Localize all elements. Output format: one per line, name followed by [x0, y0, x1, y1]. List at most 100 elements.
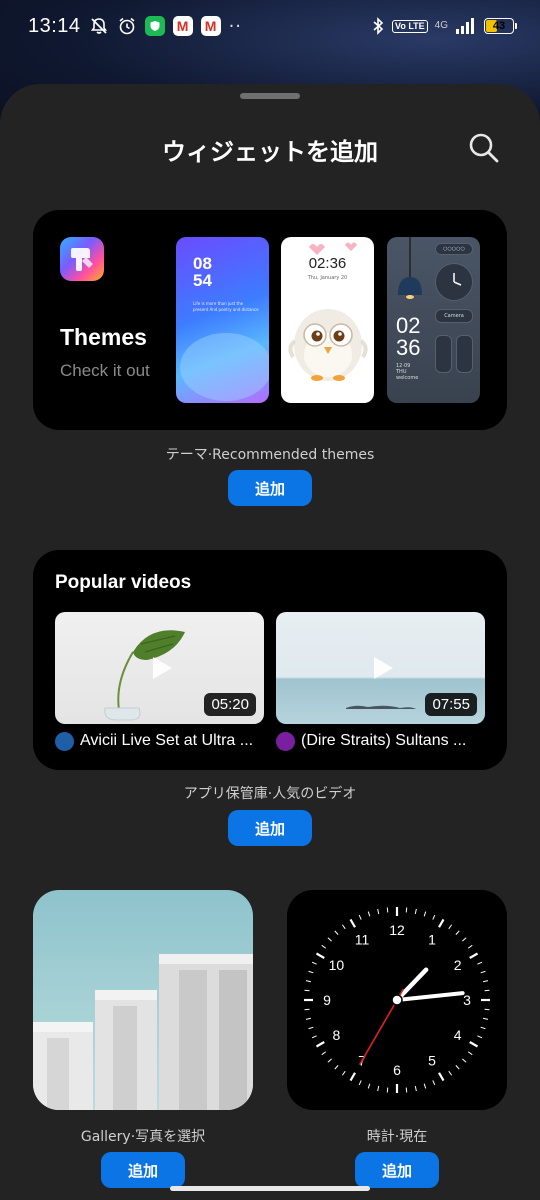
themes-widget-card[interactable]: Themes Check it out 08 54 Life is more t…	[33, 210, 507, 430]
videos-widget-card[interactable]: Popular videos 05:20 Avicii Live Set at …	[33, 550, 507, 770]
clock-minute-tick	[455, 930, 460, 935]
preview-1-text: Life is more than just the present And p…	[193, 301, 259, 312]
preview-2-clock: 02:36	[308, 255, 347, 272]
clock-hour-tick	[349, 1072, 356, 1082]
videos-add-button[interactable]: 追加	[228, 810, 312, 846]
clock-minute-tick	[327, 1058, 332, 1063]
channel-avatar-icon	[55, 731, 74, 751]
clock-hour-tick	[469, 1041, 479, 1048]
clock-minute-tick	[448, 1070, 453, 1076]
preview-3-dots: ○○○○○	[443, 246, 465, 252]
clock-add-button[interactable]: 追加	[355, 1152, 439, 1188]
status-bar: 13:14 M M ·· Vo LTE 4G 43	[0, 0, 540, 52]
clock-minute-tick	[358, 1080, 362, 1086]
drag-handle[interactable]	[240, 93, 300, 99]
preview-1-clock: 08 54	[193, 255, 212, 289]
clock-number: 4	[454, 1027, 462, 1043]
mini-clock-face	[453, 273, 462, 286]
clock-minute-tick	[432, 914, 436, 920]
sheet-title: ウィジェットを追加	[162, 138, 378, 166]
video-thumbnail-2[interactable]: 07:55	[276, 612, 485, 724]
gallery-building-image	[33, 954, 253, 1110]
clock-minute-tick	[462, 937, 467, 942]
theme-preview-1: 08 54 Life is more than just the present…	[176, 237, 269, 403]
clock-minute-hand	[395, 991, 465, 1002]
preview-3-hour: 02	[396, 313, 421, 338]
theme-preview-2: 02:36 Thu, January 20	[281, 237, 374, 403]
clock-hour-tick	[315, 1041, 325, 1048]
gmail-icon: M	[200, 16, 221, 36]
alarm-icon	[117, 16, 137, 36]
network-type: 4G	[434, 20, 448, 31]
preview-2-date: Thu, January 20	[307, 275, 348, 281]
gallery-add-button[interactable]: 追加	[101, 1152, 185, 1188]
video-meta-1[interactable]: Avicii Live Set at Ultra ...	[55, 730, 264, 752]
clock-minute-tick	[367, 911, 371, 917]
preview-3-toggle: ○○○○○	[435, 243, 473, 255]
gallery-caption: Gallery·写真を選択	[80, 1129, 206, 1145]
clock-minute-tick	[334, 1065, 339, 1070]
home-indicator[interactable]	[170, 1186, 370, 1191]
preview-3-minute: 36	[396, 335, 421, 360]
shield-app-icon	[144, 16, 165, 36]
clock-number: 8	[332, 1027, 340, 1043]
clock-caption: 時計·現在	[366, 1129, 428, 1145]
clock-minute-tick	[308, 1026, 314, 1030]
clock-minute-tick	[405, 907, 408, 913]
themes-app-icon	[60, 237, 104, 281]
video-thumbnail-1[interactable]: 05:20	[55, 612, 264, 724]
clock-minute-tick	[327, 937, 332, 942]
clock-minute-tick	[414, 1085, 417, 1092]
gallery-widget-card[interactable]	[33, 890, 253, 1110]
clock-number: 9	[323, 992, 331, 1008]
clock-minute-tick	[423, 1083, 427, 1089]
clock-minute-tick	[321, 1051, 327, 1056]
channel-avatar-icon	[276, 731, 295, 751]
clock-minute-tick	[467, 1051, 473, 1056]
clock-minute-tick	[311, 961, 317, 965]
preview-3-camera-pill: Camera	[435, 309, 473, 323]
video-duration: 05:20	[204, 693, 256, 716]
theme-preview-3: ○○○○○ Camera 02 36 12·09 THU welcome	[387, 237, 480, 403]
clock-minute-tick	[455, 1065, 460, 1070]
play-icon	[374, 657, 393, 679]
themes-subtitle: Check it out	[60, 361, 150, 380]
preview-1-glow	[180, 333, 269, 401]
videos-caption: アプリ保管庫·人気のビデオ	[183, 786, 357, 802]
clock-minute-tick	[305, 980, 312, 983]
clock-minute-tick	[308, 970, 314, 974]
clock-minute-tick	[477, 1035, 483, 1039]
search-button[interactable]	[466, 130, 502, 166]
status-right: Vo LTE 4G 43	[371, 16, 517, 36]
clock-minute-tick	[405, 1087, 408, 1093]
clock-minute-tick	[480, 1026, 486, 1030]
clock-minute-tick	[386, 907, 389, 913]
themes-add-button[interactable]: 追加	[228, 470, 312, 506]
clock-hour-tick	[469, 952, 479, 959]
clock-minute-tick	[311, 1035, 317, 1039]
clock-minute-tick	[484, 989, 490, 992]
clock-widget-card[interactable]: 121234567891011	[287, 890, 507, 1110]
video-duration: 07:55	[425, 693, 477, 716]
analog-clock: 121234567891011	[304, 907, 490, 1093]
clock-hour-tick	[315, 952, 325, 959]
lamp-illustration	[398, 237, 422, 299]
clock-minute-tick	[341, 924, 346, 930]
preview-3-mini-clock	[435, 263, 473, 301]
clock-minute-tick	[462, 1058, 467, 1063]
video-meta-2[interactable]: (Dire Straits) Sultans ...	[276, 730, 485, 752]
clock-minute-tick	[477, 961, 483, 965]
clock-minute-tick	[448, 924, 453, 930]
play-icon	[153, 657, 172, 679]
clock-minute-tick	[377, 1085, 380, 1092]
themes-caption: テーマ·Recommended themes	[165, 447, 375, 463]
status-time: 13:14	[28, 14, 81, 37]
preview-3-welcome: welcome	[396, 375, 419, 381]
clock-hour-tick	[438, 1072, 445, 1082]
clock-minute-tick	[305, 1017, 312, 1020]
clock-minute-tick	[423, 911, 427, 917]
clock-minute-tick	[304, 1008, 310, 1011]
clock-minute-tick	[321, 944, 327, 949]
preview-1-hour: 08	[193, 254, 212, 273]
volte-icon: Vo LTE	[391, 19, 428, 33]
